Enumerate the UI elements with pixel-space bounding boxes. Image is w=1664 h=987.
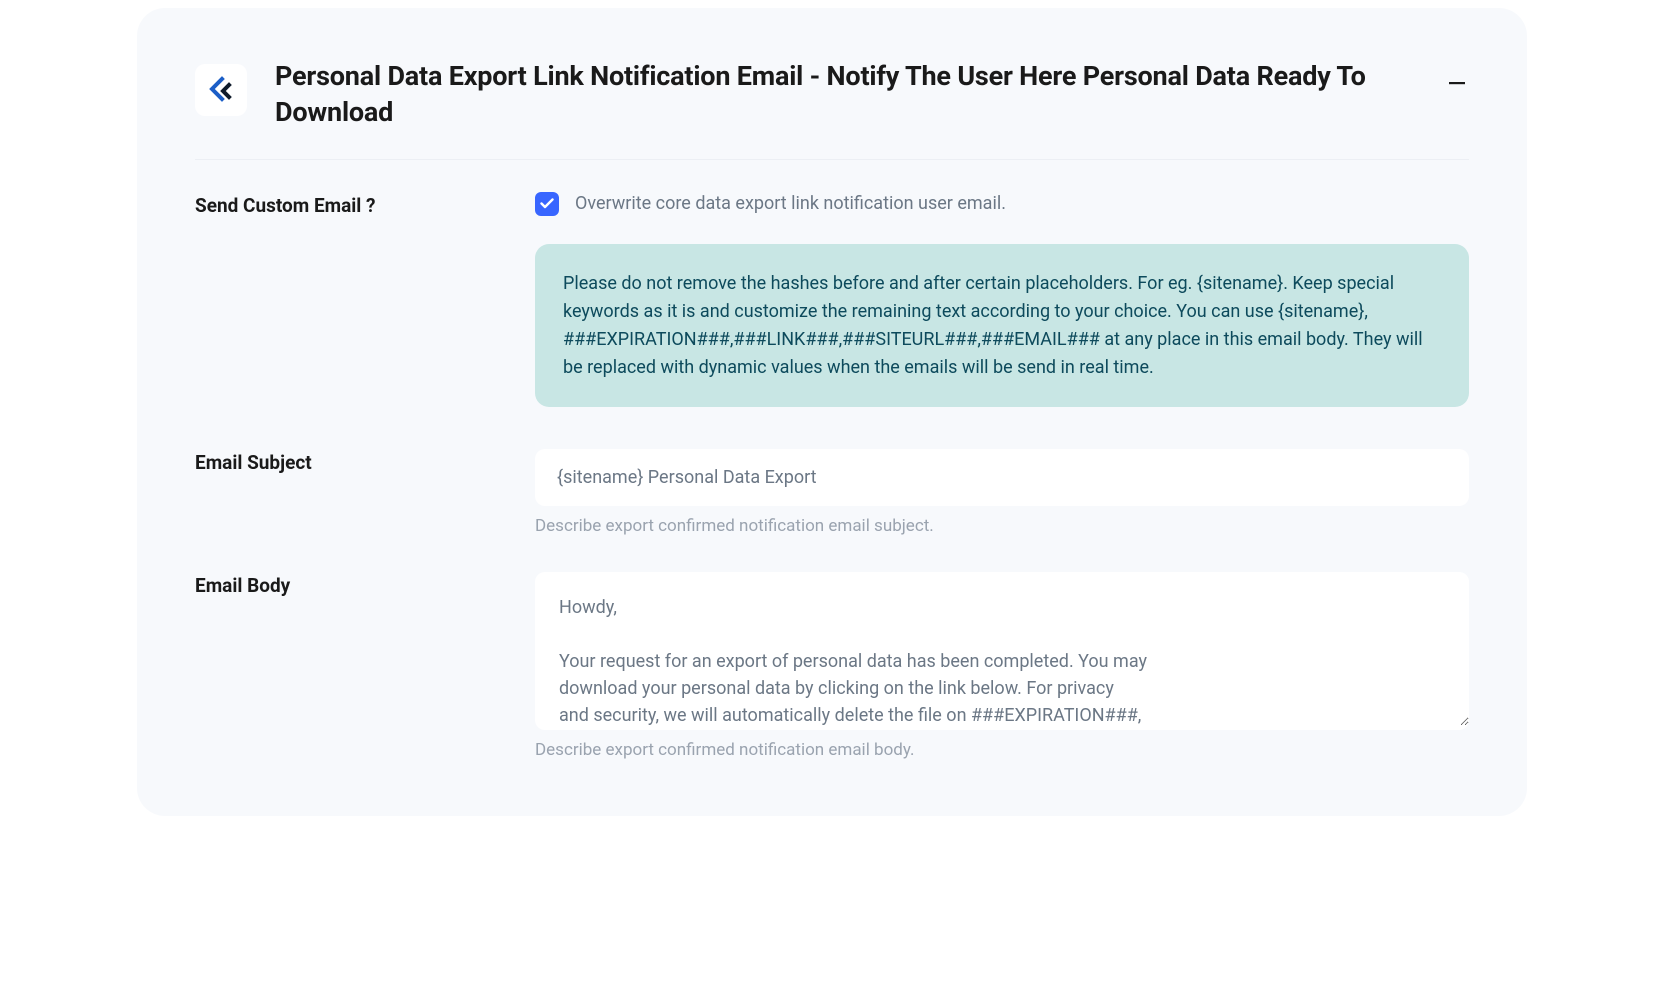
checkbox-line: Overwrite core data export link notifica…: [535, 192, 1469, 216]
email-body-textarea-wrap: [535, 572, 1469, 730]
email-body-helper: Describe export confirmed notification e…: [535, 740, 1469, 760]
overwrite-checkbox-label: Overwrite core data export link notifica…: [575, 193, 1006, 214]
email-subject-row: Email Subject Describe export confirmed …: [195, 407, 1469, 536]
send-custom-email-content: Overwrite core data export link notifica…: [535, 192, 1469, 408]
email-subject-input[interactable]: [535, 449, 1469, 506]
app-logo: [195, 64, 247, 116]
minus-icon: [1449, 82, 1465, 86]
card-header: Personal Data Export Link Notification E…: [195, 58, 1469, 160]
overwrite-checkbox[interactable]: [535, 192, 559, 216]
email-body-content: Describe export confirmed notification e…: [535, 572, 1469, 760]
logo-icon: [206, 75, 236, 105]
email-subject-content: Describe export confirmed notification e…: [535, 449, 1469, 536]
email-body-row: Email Body Describe export confirmed not…: [195, 536, 1469, 760]
placeholder-info-box: Please do not remove the hashes before a…: [535, 244, 1469, 408]
send-custom-email-row: Send Custom Email ? Overwrite core data …: [195, 160, 1469, 408]
email-body-textarea[interactable]: [535, 572, 1469, 726]
check-icon: [540, 198, 554, 209]
settings-card: Personal Data Export Link Notification E…: [137, 8, 1527, 816]
collapse-button[interactable]: [1445, 72, 1469, 96]
email-subject-helper: Describe export confirmed notification e…: [535, 516, 1469, 536]
email-body-label: Email Body: [195, 572, 535, 597]
send-custom-email-label: Send Custom Email ?: [195, 192, 535, 217]
page-title: Personal Data Export Link Notification E…: [275, 58, 1417, 131]
email-subject-label: Email Subject: [195, 449, 535, 474]
